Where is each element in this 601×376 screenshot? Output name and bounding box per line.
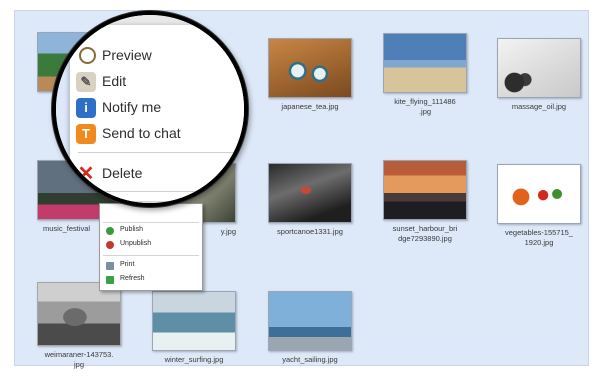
gallery-item[interactable]: vegetables-155715_ 1920.jpg [497,164,581,248]
gallery-item[interactable]: sportcanoe1331.jpg [268,163,352,237]
menu-item-label: Print [120,261,135,268]
thumbnail-image[interactable] [268,163,352,223]
thumbnail-image[interactable] [268,291,352,351]
menu-item-send-to-chat[interactable]: T Send to chat [70,121,244,147]
gallery-item[interactable]: winter_surfing.jpg [152,291,236,365]
menu-item-label: Refresh [120,275,145,282]
menu-item-label: Send to chat [102,125,181,141]
chat-icon: T [76,124,96,144]
menu-item-label: Unpublish [120,240,152,247]
info-icon: i [76,98,96,118]
menu-divider [78,152,244,153]
menu-item-notify-me[interactable]: i Notify me [70,95,244,121]
gallery-item[interactable]: sunset_harbour_bri dge7293890.jpg [383,160,467,244]
file-name: massage_oil.jpg [511,102,567,111]
publish-icon [106,227,114,235]
thumbnail-image[interactable] [383,33,467,93]
menu-divider [78,191,244,192]
file-name: winter_surfing.jpg [164,355,224,364]
thumbnail-image[interactable] [268,38,352,98]
thumbnail-image[interactable] [152,291,236,351]
menu-item-label: Publish [120,226,143,233]
menu-item-label: Delete [102,165,143,181]
menu-item-print[interactable]: Print [100,259,202,273]
magnifier-icon [79,47,96,64]
magnifier-lens: Preview ✎ Edit i Notify me T Send to cha… [52,11,248,207]
thumbnail-image[interactable] [497,38,581,98]
menu-item-preview[interactable]: Preview [70,43,244,69]
menu-item-unpublish[interactable]: Unpublish [100,238,202,252]
file-name-line: vegetables-155715_ [505,228,573,237]
file-name-line: sunset_harbour_bri [392,224,458,233]
printer-icon [106,262,114,270]
menu-divider [103,255,199,256]
gallery-item[interactable]: massage_oil.jpg [497,38,581,112]
unpublish-icon [106,241,114,249]
menu-item-publish[interactable]: Publish [100,224,202,238]
file-name-line: weimaraner-143753. [44,350,114,359]
menu-item-label: Notify me [102,99,162,115]
file-name-line: jpg [73,360,84,369]
thumbnail-image[interactable] [37,282,121,346]
file-name: sportcanoe1331.jpg [277,227,343,236]
gallery-item[interactable]: kite_flying_111486 .jpg [383,33,467,117]
gallery-item[interactable]: yacht_sailing.jpg [268,291,352,365]
file-name-line: 1920.jpg [524,238,554,247]
menu-item-delete[interactable]: ✕ Delete [70,161,244,187]
menu-divider [103,222,199,223]
file-name-line: dge7293890.jpg [398,234,452,243]
delete-icon: ✕ [77,163,95,185]
file-name-line: kite_flying_111486 [394,97,456,106]
context-menu: Publish Unpublish Print Refresh [99,203,203,291]
menu-item-edit[interactable]: ✎ Edit [70,69,244,95]
menu-item-hidden[interactable] [100,207,202,221]
magnified-context-menu: Preview ✎ Edit i Notify me T Send to cha… [70,25,244,201]
file-name: yacht_sailing.jpg [282,355,338,364]
menu-item-label: Preview [102,47,152,63]
edit-icon: ✎ [76,72,96,92]
gallery-item[interactable]: japanese_tea.jpg [268,38,352,112]
file-name-line: .jpg [418,107,432,116]
menu-item-refresh[interactable]: Refresh [100,273,202,287]
thumbnail-image[interactable] [383,160,467,220]
refresh-icon [106,276,114,284]
menu-item-label: Edit [102,73,127,89]
file-name: japanese_tea.jpg [281,102,339,111]
thumbnail-image[interactable] [497,164,581,224]
file-name-block: kite_flying_111486 .jpg [383,97,467,117]
gallery-item[interactable]: weimaraner-143753. jpg [37,282,121,370]
